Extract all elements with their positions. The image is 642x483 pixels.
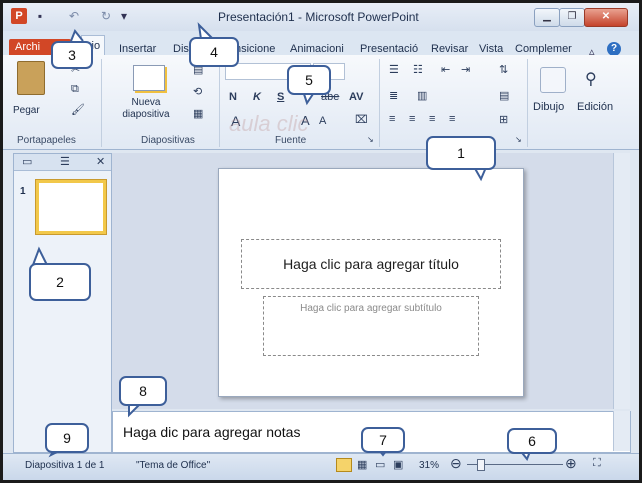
- callout-9: 9: [45, 423, 89, 453]
- callout-4: 4: [189, 37, 239, 67]
- callout-8: 8: [119, 376, 167, 406]
- callout-5: 5: [287, 65, 331, 95]
- callout-1: 1: [426, 136, 496, 170]
- callout-7: 7: [361, 427, 405, 453]
- callout-3-pointer: [70, 29, 84, 42]
- powerpoint-window: P ▪ ↶ ↻ ▾ Presentación1 - Microsoft Powe…: [3, 3, 639, 480]
- callout-3: 3: [51, 41, 93, 69]
- callout-2: 2: [29, 263, 91, 301]
- callout-6: 6: [507, 428, 557, 454]
